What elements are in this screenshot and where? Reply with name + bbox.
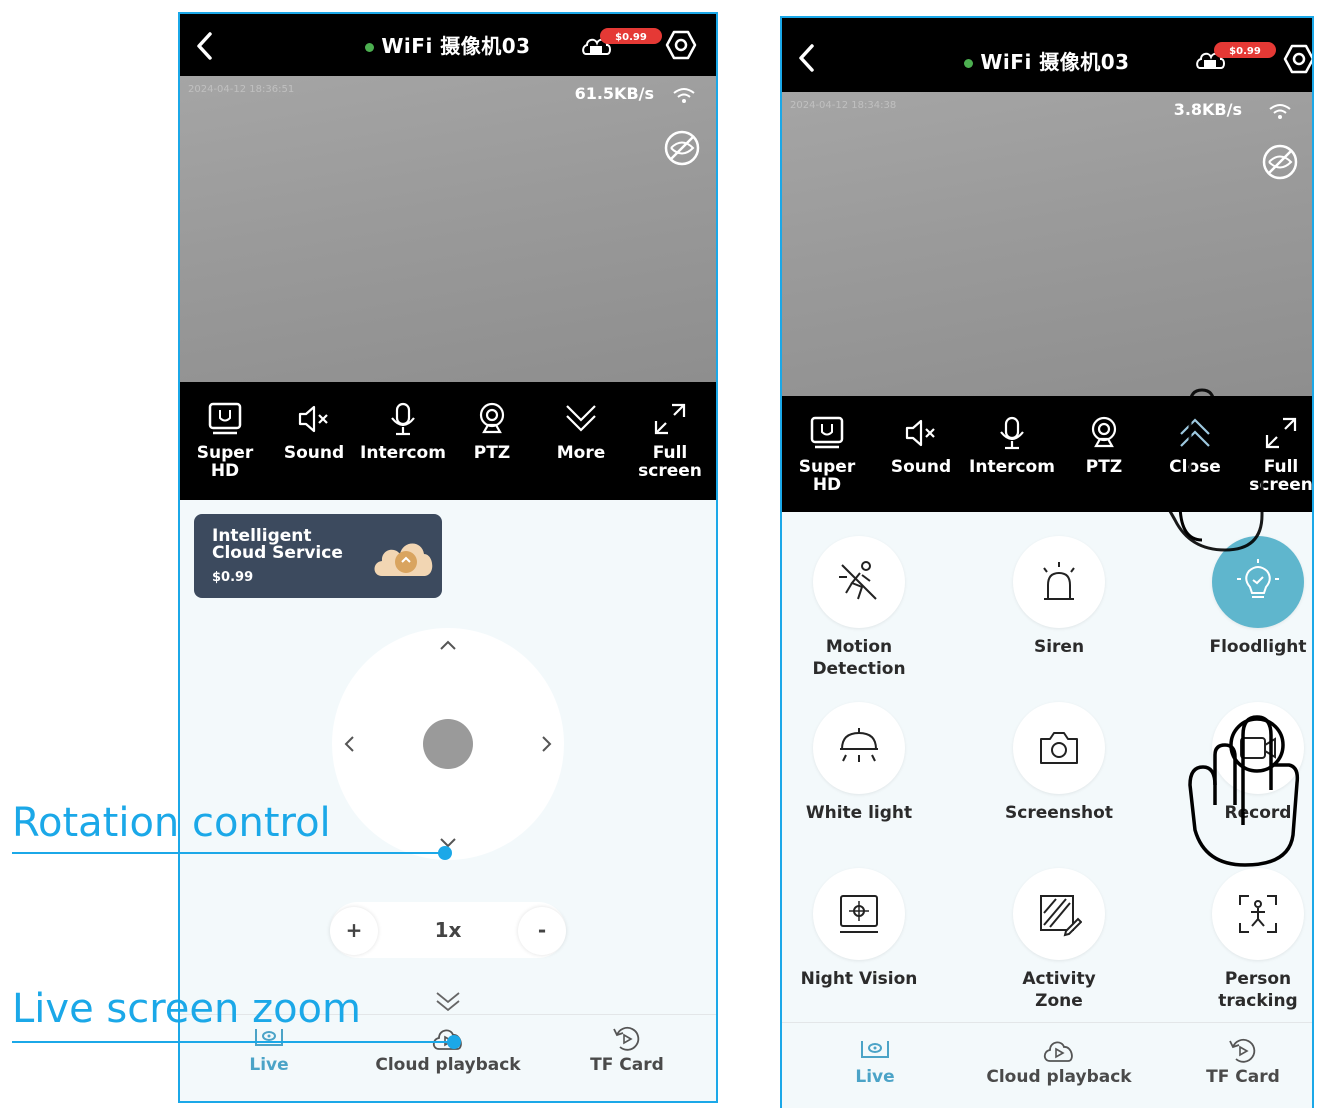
- annotation-rotation-control: Rotation control: [12, 800, 331, 846]
- promo-price: $0.99: [212, 570, 254, 585]
- activity-zone-icon: [1040, 895, 1082, 937]
- sound-button[interactable]: Sound: [876, 416, 966, 476]
- screenshot-icon: [1040, 732, 1078, 764]
- promo-title: Intelligent Cloud Service: [212, 526, 343, 563]
- rotation-control-pad[interactable]: [332, 628, 564, 860]
- bitrate-readout: 3.8KB/s: [1173, 100, 1242, 119]
- control-toolbar: Super HD Sound Intercom PTZ More Full sc…: [180, 382, 716, 500]
- cloud-play-icon: [1043, 1041, 1073, 1062]
- chevron-double-down-icon: [566, 405, 596, 432]
- annotation-pointer-dot: [447, 1035, 461, 1049]
- online-status-dot: [365, 43, 375, 52]
- camera-icon: [479, 402, 505, 434]
- nav-live[interactable]: Live: [184, 1025, 354, 1075]
- tf-card-icon: [1229, 1038, 1256, 1063]
- person-tracking-icon: [1239, 895, 1277, 933]
- nav-cloud-playback[interactable]: Cloud playback: [363, 1025, 533, 1075]
- tf-card-icon: [613, 1026, 640, 1051]
- live-video-view[interactable]: 2024-04-12 18:36:51 61.5KB/s: [180, 76, 716, 382]
- full-screen-button[interactable]: Full screen: [625, 402, 715, 480]
- video-timestamp: 2024-04-12 18:36:51: [188, 84, 295, 95]
- live-video-view[interactable]: 2024-04-12 18:34:38 3.8KB/s: [782, 92, 1312, 396]
- pan-right-arrow-icon[interactable]: [536, 733, 558, 755]
- screenshot-button[interactable]: Screenshot: [974, 702, 1144, 824]
- person-tracking-toggle[interactable]: Person tracking: [1173, 868, 1312, 1012]
- night-vision-icon: [840, 895, 878, 933]
- bitrate-readout: 61.5KB/s: [574, 84, 654, 103]
- microphone-icon: [1000, 416, 1024, 450]
- super-hd-button[interactable]: Super HD: [782, 416, 872, 494]
- chevron-double-down-icon[interactable]: [433, 990, 463, 1014]
- speaker-mute-icon: [905, 419, 935, 447]
- hd-icon: [208, 402, 242, 435]
- activity-zone-button[interactable]: Activity Zone: [974, 868, 1144, 1012]
- cloud-price-badge: $0.99: [615, 32, 647, 43]
- super-hd-button[interactable]: Super HD: [180, 402, 270, 480]
- joystick-knob[interactable]: [423, 719, 473, 769]
- annotation-leader-line: [12, 852, 446, 854]
- white-light-icon: [840, 728, 878, 762]
- hd-icon: [810, 416, 844, 449]
- nav-cloud-playback[interactable]: Cloud playback: [974, 1037, 1144, 1087]
- nav-live[interactable]: Live: [790, 1037, 960, 1087]
- left-phone-screen: WiFi 摄像机03 $0.99 2024-04-12 18:36:51 61.…: [178, 12, 718, 1103]
- annotation-leader-line: [12, 1041, 455, 1043]
- top-bar: WiFi 摄像机03 $0.99: [782, 18, 1312, 92]
- white-light-toggle[interactable]: White light: [782, 702, 944, 824]
- camera-icon: [1091, 416, 1117, 448]
- tap-hand-icon: [1188, 715, 1300, 867]
- pan-left-arrow-icon[interactable]: [338, 733, 360, 755]
- nav-tf-card[interactable]: TF Card: [542, 1025, 712, 1075]
- intercom-button[interactable]: Intercom: [358, 402, 448, 462]
- tap-hand-icon: [1155, 388, 1264, 552]
- nav-tf-card[interactable]: TF Card: [1158, 1037, 1312, 1087]
- cloud-service-icon[interactable]: $0.99: [580, 26, 666, 60]
- siren-icon: [1043, 562, 1075, 600]
- right-phone-screen: WiFi 摄像机03 $0.99 2024-04-12 18:34:38 3.8…: [780, 16, 1314, 1108]
- night-vision-toggle[interactable]: Night Vision: [782, 868, 944, 990]
- pan-up-arrow-icon[interactable]: [437, 634, 459, 656]
- wifi-signal-icon: [1269, 104, 1291, 119]
- motion-detection-toggle[interactable]: Motion Detection: [782, 536, 944, 680]
- ptz-button[interactable]: PTZ: [447, 402, 537, 462]
- video-timestamp: 2024-04-12 18:34:38: [790, 100, 897, 111]
- zoom-control: 1x + -: [330, 902, 566, 958]
- privacy-mode-icon[interactable]: [1260, 142, 1300, 182]
- zoom-out-button[interactable]: -: [518, 907, 566, 955]
- settings-gear-icon[interactable]: [664, 28, 698, 62]
- motion-detection-icon: [839, 561, 877, 600]
- cloud-service-icon[interactable]: $0.99: [1194, 40, 1280, 74]
- online-status-dot: [964, 59, 974, 68]
- annotation-pointer-dot: [438, 846, 452, 860]
- cloud-service-promo[interactable]: Intelligent Cloud Service $0.99: [194, 514, 442, 598]
- privacy-mode-icon[interactable]: [662, 128, 702, 168]
- settings-gear-icon[interactable]: [1282, 42, 1314, 76]
- more-button[interactable]: More: [536, 402, 626, 462]
- cloud-price-badge: $0.99: [1229, 46, 1261, 57]
- top-bar: WiFi 摄像机03 $0.99: [180, 14, 716, 76]
- ptz-button[interactable]: PTZ: [1059, 416, 1149, 476]
- zoom-in-button[interactable]: +: [330, 907, 378, 955]
- siren-toggle[interactable]: Siren: [974, 536, 1144, 658]
- microphone-icon: [391, 402, 415, 436]
- live-icon: [861, 1041, 889, 1058]
- expand-icon: [654, 403, 686, 435]
- bottom-nav: Live Cloud playback TF Card: [782, 1022, 1312, 1108]
- cloud-icon: [374, 543, 433, 576]
- floodlight-icon: [1237, 559, 1279, 598]
- intercom-button[interactable]: Intercom: [967, 416, 1057, 476]
- speaker-mute-icon: [298, 405, 328, 433]
- sound-button[interactable]: Sound: [269, 402, 359, 462]
- wifi-signal-icon: [673, 88, 695, 103]
- annotation-live-screen-zoom: Live screen zoom: [12, 986, 361, 1032]
